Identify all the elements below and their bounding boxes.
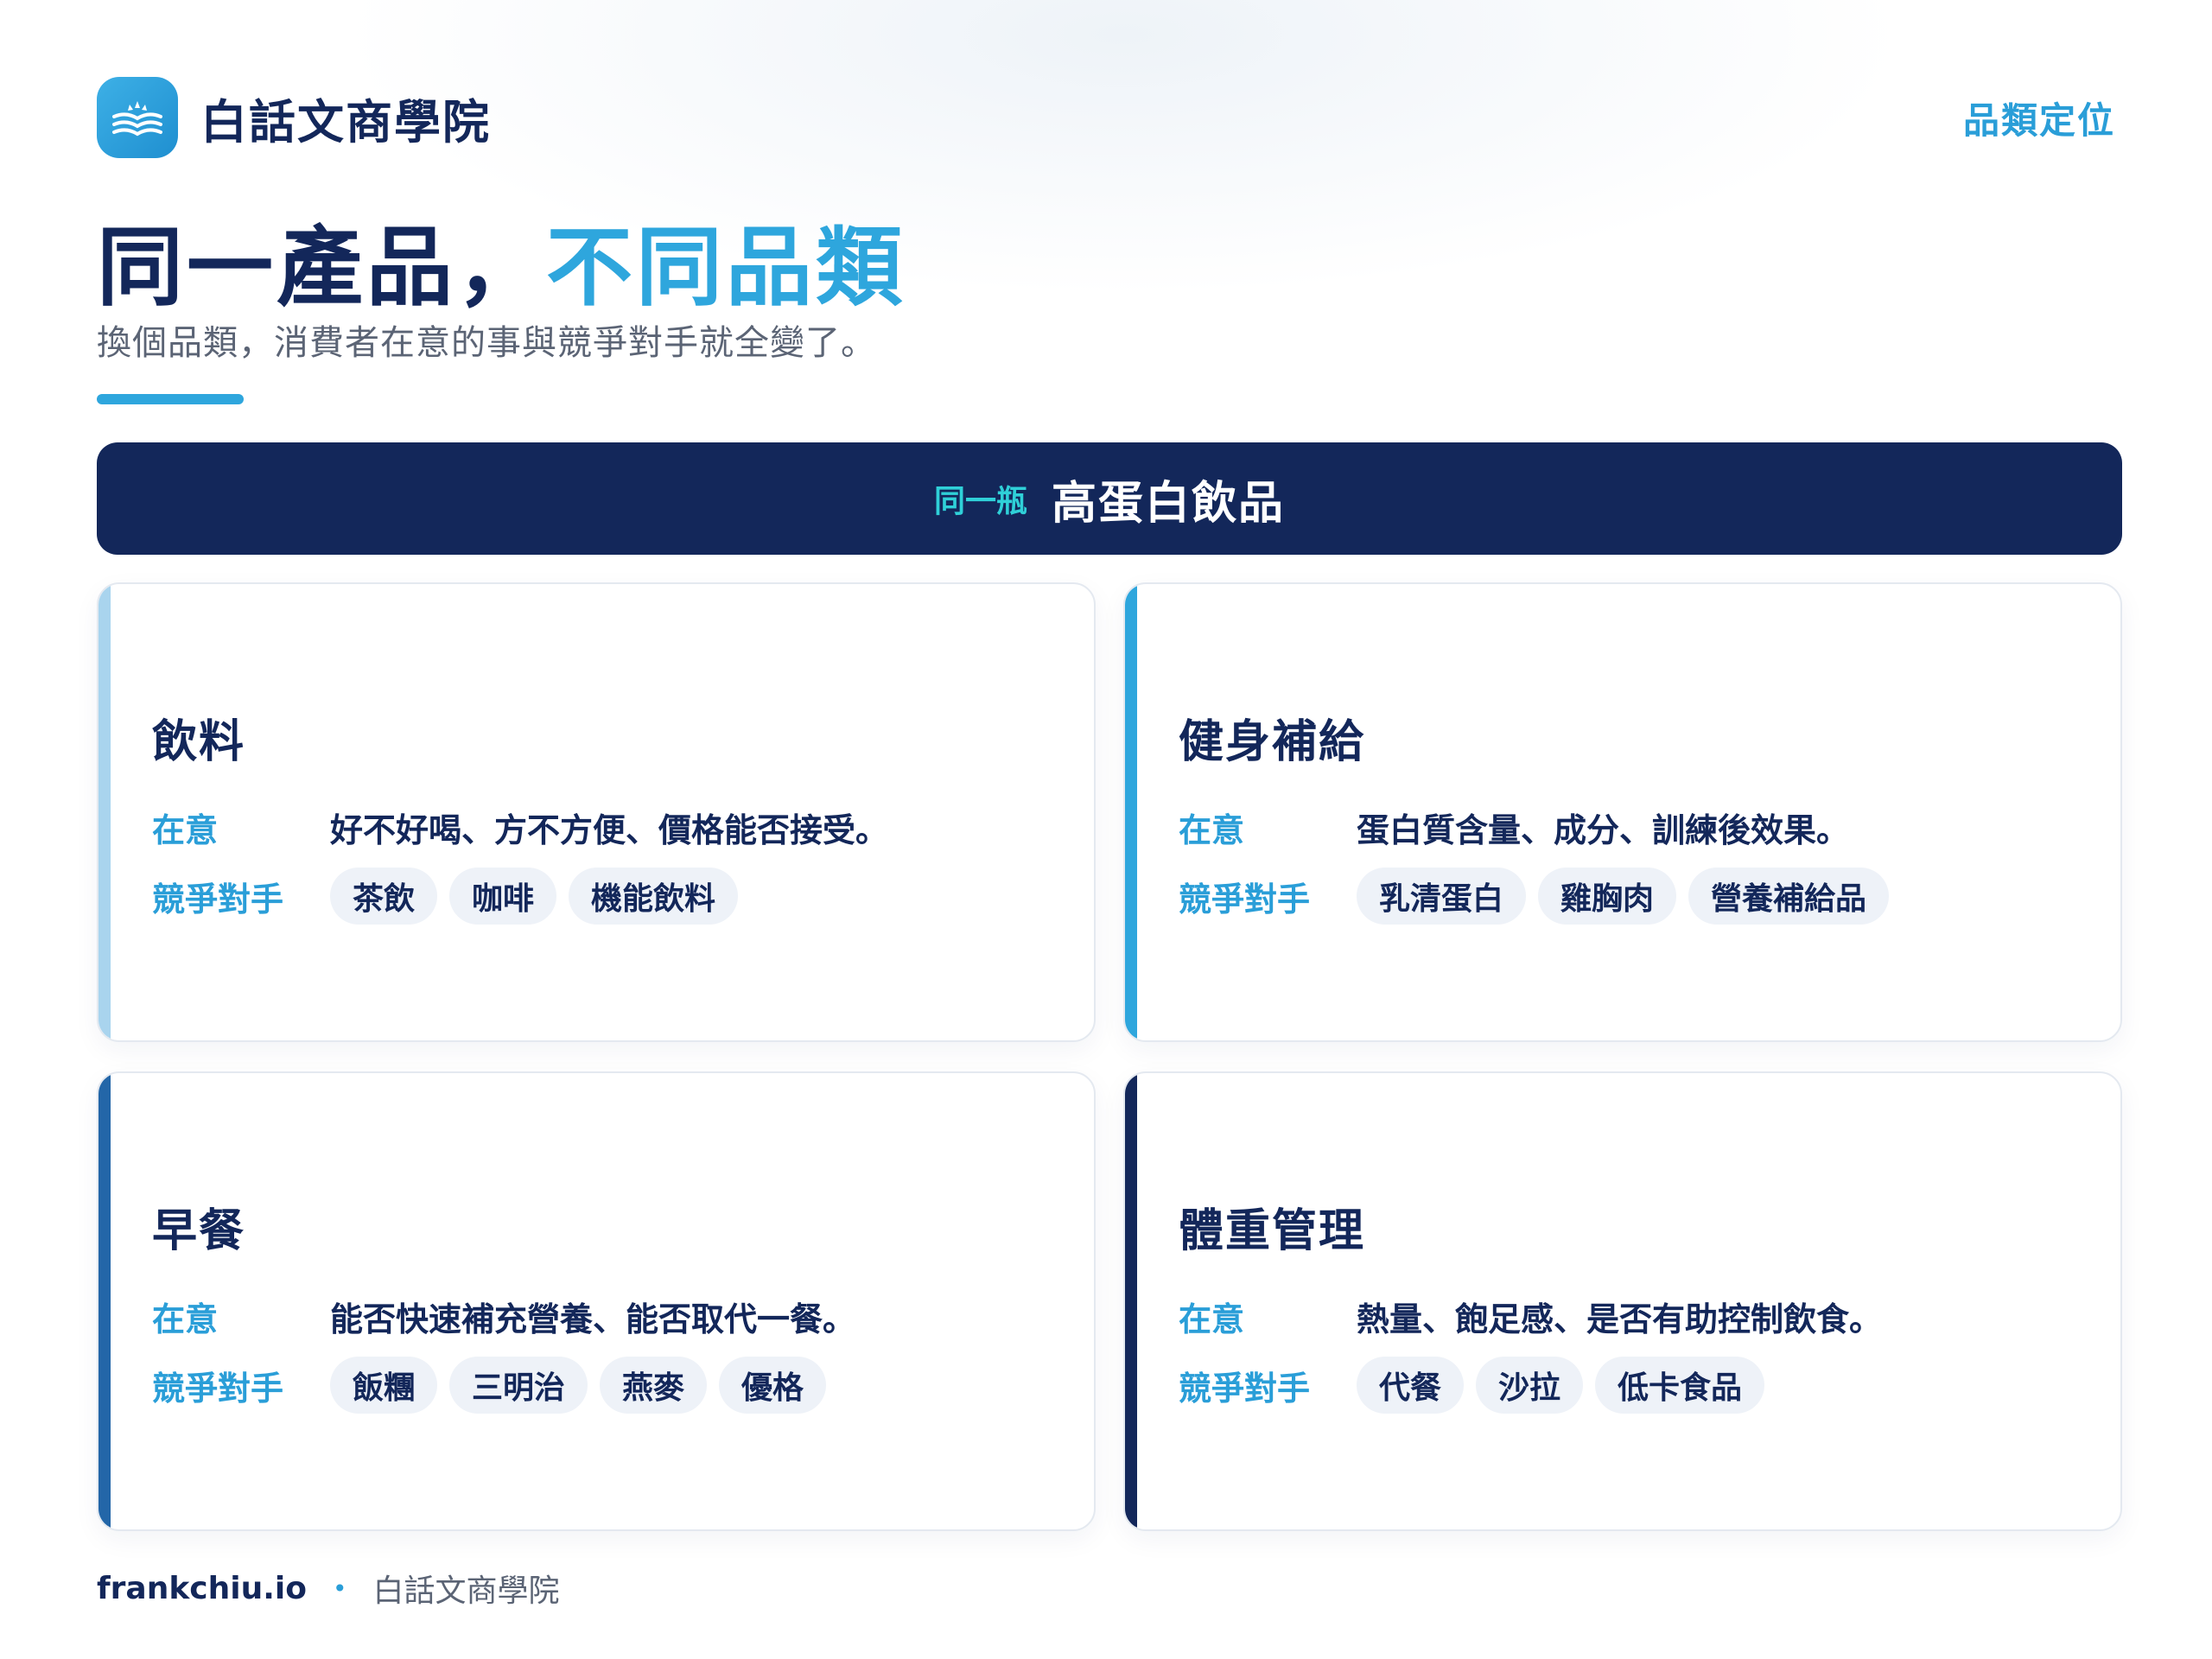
card-accent-bar — [1125, 1073, 1137, 1529]
footer-brand-name: 白話文商學院 — [372, 1573, 560, 1609]
competitors-label: 競爭對手 — [1179, 1369, 1311, 1408]
header: 白話文商學院 品類定位 — [97, 74, 2115, 161]
care-label: 在意 — [1179, 810, 1245, 849]
competitors-row: 競爭對手 乳清蛋白 雞胸肉 營養補給品 — [1179, 861, 2086, 931]
care-text: 好不好喝、方不方便、價格能否接受。 — [330, 810, 889, 849]
competitors-label: 競爭對手 — [152, 880, 284, 918]
category-tag: 品類定位 — [1962, 99, 2115, 142]
book-logo-icon — [97, 77, 178, 158]
category-card-breakfast: 早餐 在意 能否快速補充營養、能否取代一餐。 競爭對手 飯糰 三明治 燕麥 優格 — [97, 1071, 1096, 1531]
competitor-chip: 代餐 — [1357, 1357, 1465, 1414]
category-card-fitness: 健身補給 在意 蛋白質含量、成分、訓練後效果。 競爭對手 乳清蛋白 雞胸肉 營養… — [1123, 582, 2122, 1042]
title-part-1: 同一產品， — [97, 217, 546, 318]
category-card-weight: 體重管理 在意 熱量、飽足感、是否有助控制飲食。 競爭對手 代餐 沙拉 低卡食品 — [1123, 1071, 2122, 1531]
card-accent-bar — [1125, 584, 1137, 1040]
care-row: 在意 熱量、飽足感、是否有助控制飲食。 — [1179, 1281, 2086, 1351]
care-label: 在意 — [152, 1300, 219, 1338]
competitors-row: 競爭對手 茶飲 咖啡 機能飲料 — [152, 861, 1059, 931]
brand-name: 白話文商學院 — [200, 94, 491, 149]
care-row: 在意 能否快速補充營養、能否取代一餐。 — [152, 1281, 1059, 1351]
care-label: 在意 — [1179, 1300, 1245, 1338]
competitors-row: 競爭對手 代餐 沙拉 低卡食品 — [1179, 1351, 2086, 1420]
card-title: 早餐 — [152, 1205, 246, 1257]
banner-kicker: 同一瓶 — [933, 484, 1027, 519]
page-title: 同一產品，不同品類 — [97, 197, 906, 322]
care-text: 能否快速補充營養、能否取代一餐。 — [330, 1300, 856, 1338]
competitor-chip: 咖啡 — [449, 868, 557, 925]
competitor-chip: 雞胸肉 — [1538, 868, 1677, 925]
title-underline — [97, 394, 244, 404]
card-title: 體重管理 — [1179, 1205, 1366, 1257]
footer-separator: • — [332, 1573, 347, 1603]
card-title: 健身補給 — [1179, 716, 1366, 768]
product-banner: 同一瓶 高蛋白飲品 — [97, 442, 2122, 555]
brand[interactable]: 白話文商學院 — [97, 77, 491, 158]
banner-product: 高蛋白飲品 — [1052, 477, 1286, 530]
care-label: 在意 — [152, 810, 219, 849]
competitor-chip: 優格 — [719, 1357, 827, 1414]
competitor-chip: 低卡食品 — [1595, 1357, 1765, 1414]
category-card-beverage: 飲料 在意 好不好喝、方不方便、價格能否接受。 競爭對手 茶飲 咖啡 機能飲料 — [97, 582, 1096, 1042]
title-part-2: 不同品類 — [546, 217, 906, 318]
care-text: 熱量、飽足感、是否有助控制飲食。 — [1357, 1300, 1883, 1338]
competitor-chip: 乳清蛋白 — [1357, 868, 1527, 925]
competitors-label: 競爭對手 — [152, 1369, 284, 1408]
competitor-chip: 茶飲 — [330, 868, 438, 925]
care-row: 在意 蛋白質含量、成分、訓練後效果。 — [1179, 792, 2086, 861]
competitor-chip: 沙拉 — [1476, 1357, 1584, 1414]
competitor-chip: 三明治 — [449, 1357, 588, 1414]
competitor-chip: 營養補給品 — [1688, 868, 1890, 925]
page-subtitle: 換個品類，消費者在意的事與競爭對手就全變了。 — [97, 323, 876, 363]
competitor-chip: 機能飲料 — [569, 868, 739, 925]
competitor-chip: 燕麥 — [600, 1357, 708, 1414]
card-accent-bar — [99, 1073, 111, 1529]
competitors-label: 競爭對手 — [1179, 880, 1311, 918]
card-accent-bar — [99, 584, 111, 1040]
competitors-row: 競爭對手 飯糰 三明治 燕麥 優格 — [152, 1351, 1059, 1420]
care-row: 在意 好不好喝、方不方便、價格能否接受。 — [152, 792, 1059, 861]
footer: frankchiu.io • 白話文商學院 — [97, 1566, 560, 1611]
card-title: 飲料 — [152, 716, 246, 768]
care-text: 蛋白質含量、成分、訓練後效果。 — [1357, 810, 1850, 849]
footer-site-link[interactable]: frankchiu.io — [97, 1571, 307, 1606]
competitor-chip: 飯糰 — [330, 1357, 438, 1414]
